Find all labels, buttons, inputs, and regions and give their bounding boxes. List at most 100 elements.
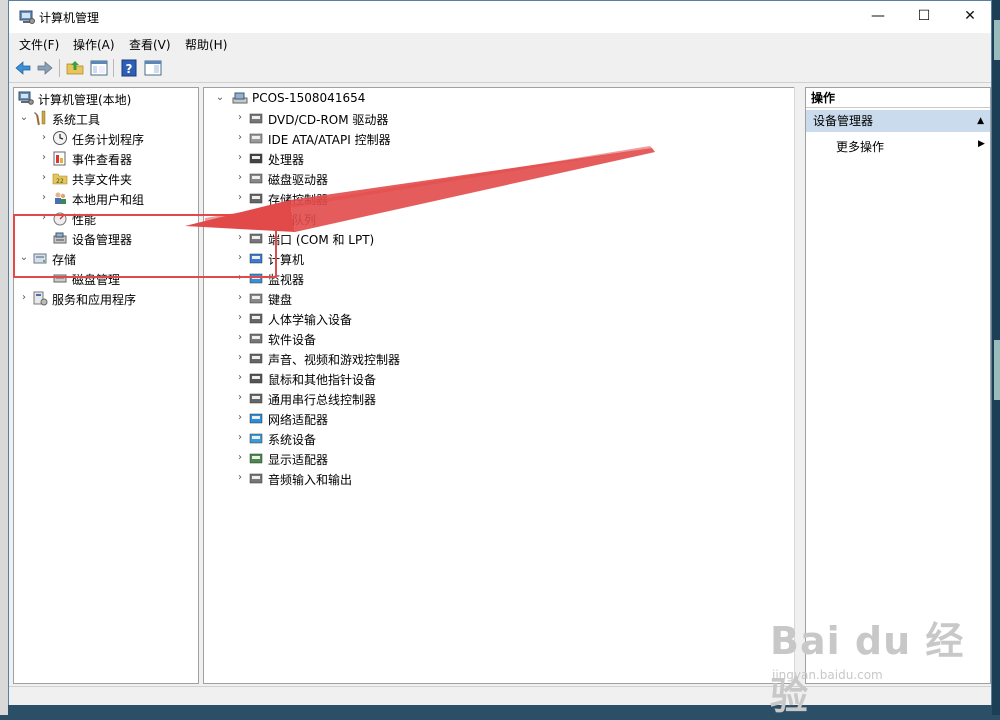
device-list-pane[interactable]: ⌄ PCOS-1508041654 › DVD/CD-ROM 驱动器 › IDE AT… [203,87,795,684]
device-category-icon [249,113,263,124]
chevron-right-icon[interactable]: › [234,150,246,166]
collapse-up-icon[interactable]: ▲ [977,110,984,132]
device-category-icon [249,133,263,144]
actions-section-label: 设备管理器 [813,114,874,128]
chevron-right-icon[interactable]: › [234,430,246,446]
chevron-right-icon[interactable]: › [18,290,30,306]
help-icon[interactable]: ? [119,58,139,78]
chevron-right-icon[interactable]: › [38,130,50,146]
maximize-button[interactable]: ☐ [901,1,947,33]
menu-help[interactable]: 帮助(H) [183,36,229,53]
device-category-label: 存储控制器 [268,193,329,207]
device-category-label: 显示适配器 [268,453,329,467]
chevron-down-icon[interactable]: ⌄ [18,110,30,126]
menu-file[interactable]: 文件(F) [17,36,61,53]
device-category-label: 人体学输入设备 [268,313,353,327]
device-category-icon [249,433,263,444]
chevron-right-icon[interactable]: › [234,410,246,426]
event-viewer-icon [53,151,66,166]
arrow-left-icon[interactable] [13,58,33,78]
device-category-label: DVD/CD-ROM 驱动器 [268,113,389,127]
menu-bar: 文件(F) 操作(A) 查看(V) 帮助(H) [9,33,991,55]
device-category-icon [249,393,263,404]
toolbar: ? [9,55,991,83]
toolbar-separator [113,59,114,77]
chevron-right-icon[interactable]: › [234,450,246,466]
chevron-right-icon[interactable]: › [234,290,246,306]
tools-icon [34,110,46,126]
clock-icon [53,131,67,145]
action-pane-icon[interactable] [143,58,163,78]
device-category-icon [249,473,263,484]
device-category-icon [249,373,263,384]
svg-text:22: 22 [56,178,64,185]
minimize-button[interactable]: — [855,1,901,33]
device-category-icon [249,193,263,204]
tree-label: 共享文件夹 [72,173,133,187]
actions-section-device-manager[interactable]: 设备管理器 ▲ [806,110,990,132]
chevron-right-icon[interactable]: › [234,170,246,186]
device-category-label: 鼠标和其他指针设备 [268,373,377,387]
arrow-right-icon[interactable] [35,58,55,78]
tree-label: 计算机管理(本地) [38,93,132,107]
device-category-label: IDE ATA/ATAPI 控制器 [268,133,391,147]
computer-icon [232,92,248,104]
device-category-label: 磁盘驱动器 [268,173,329,187]
background-window-edge [994,20,1000,60]
device-category-label: 声音、视频和游戏控制器 [268,353,401,367]
shared-folder-icon: 22 [52,173,68,185]
menu-action[interactable]: 操作(A) [71,36,117,53]
device-category-icon [249,293,263,304]
chevron-right-icon[interactable]: › [234,130,246,146]
chevron-right-icon[interactable]: › [234,190,246,206]
background-window-edge-2 [994,340,1000,400]
toolbar-separator [59,59,60,77]
chevron-right-icon[interactable]: › [234,390,246,406]
device-category-icon [249,333,263,344]
tree-label: 服务和应用程序 [52,293,137,307]
chevron-down-icon[interactable]: ⌄ [214,90,226,106]
device-category-label: 系统设备 [268,433,317,447]
device-category-label: 键盘 [268,293,293,307]
up-folder-icon[interactable] [65,58,85,78]
device-category-label: 端口 (COM 和 LPT) [268,233,375,247]
baidu-watermark: Bai du 经验 jingyan.baidu.com [760,600,980,718]
device-category-icon [249,353,263,364]
desktop-background-left [0,0,8,715]
close-button[interactable]: ✕ [947,1,993,33]
chevron-right-icon[interactable]: › [234,350,246,366]
menu-view[interactable]: 查看(V) [127,36,173,53]
chevron-right-icon[interactable]: › [234,470,246,486]
tree-label: 本地用户和组 [72,193,145,207]
more-actions-label: 更多操作 [836,140,885,154]
submenu-arrow-icon[interactable]: ▶ [978,139,985,149]
computer-name: PCOS-1508041654 [252,91,366,105]
chevron-right-icon[interactable]: › [234,110,246,126]
device-category-icon [249,173,263,184]
device-category-label: 音频输入和输出 [268,473,353,487]
chevron-right-icon[interactable]: › [38,170,50,186]
chevron-right-icon[interactable]: › [38,190,50,206]
device-category-icon [249,413,263,424]
chevron-right-icon[interactable]: › [234,370,246,386]
device-category-label: 通用串行总线控制器 [268,393,377,407]
device-category-icon [249,153,263,164]
device-list-scrollbar[interactable] [794,87,805,684]
more-actions-item[interactable]: 更多操作 [836,138,884,155]
computer-management-node-icon [18,91,34,105]
navigation-tree-pane[interactable]: 计算机管理(本地) ⌄ 系统工具 › 任务计划程序 › 事件查看器 › 22 共… [13,87,199,684]
console-tree-icon[interactable] [89,58,109,78]
window-title: 计算机管理 [39,11,100,25]
computer-management-icon [19,10,35,24]
device-category-label: 处理器 [268,153,305,167]
services-icon [33,291,48,306]
chevron-right-icon[interactable]: › [234,310,246,326]
chevron-right-icon[interactable]: › [38,150,50,166]
device-category-label: 网络适配器 [268,413,329,427]
svg-text:?: ? [126,62,133,76]
annotation-highlight-box [13,214,277,278]
watermark-logo: Bai du 经验 [770,619,965,718]
chevron-right-icon[interactable]: › [234,330,246,346]
title-bar[interactable]: 计算机管理 — ☐ ✕ [9,1,991,33]
device-category-icon [249,453,263,464]
